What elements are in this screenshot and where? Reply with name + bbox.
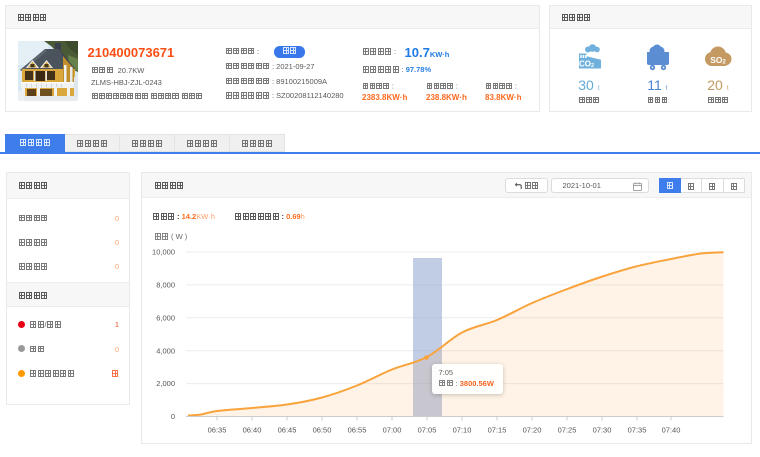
svg-text:07:40: 07:40 [662,426,681,435]
svg-text:06:45: 06:45 [278,426,297,435]
svg-text:07:30: 07:30 [593,426,612,435]
svg-text:07:35: 07:35 [628,426,647,435]
svg-text:07:20: 07:20 [523,426,542,435]
svg-text:07:15: 07:15 [488,426,507,435]
svg-text:8,000: 8,000 [156,281,175,290]
svg-text:10,000: 10,000 [152,248,175,257]
svg-text:2,000: 2,000 [156,379,175,388]
svg-text:4,000: 4,000 [156,346,175,355]
svg-text:06:35: 06:35 [208,426,227,435]
svg-text:07:00: 07:00 [383,426,402,435]
svg-text:06:40: 06:40 [243,426,262,435]
svg-text:07:25: 07:25 [558,426,577,435]
svg-text:0: 0 [171,412,175,421]
svg-text:07:05: 07:05 [418,426,437,435]
svg-text:6,000: 6,000 [156,313,175,322]
svg-text:06:55: 06:55 [348,426,367,435]
svg-text:07:10: 07:10 [453,426,472,435]
svg-text:06:50: 06:50 [313,426,332,435]
